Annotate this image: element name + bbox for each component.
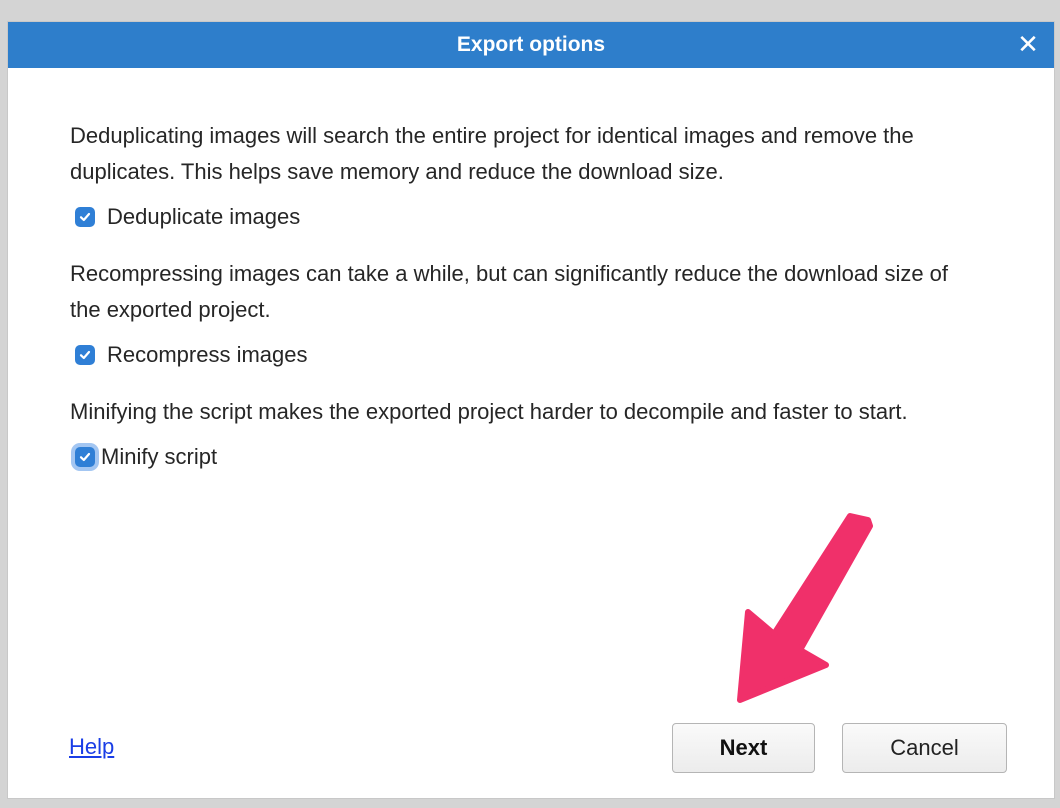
checkmark-icon	[79, 212, 91, 222]
recompress-label: Recompress images	[107, 342, 308, 367]
checkmark-icon	[79, 452, 91, 462]
recompress-option[interactable]: Recompress images	[70, 340, 1010, 370]
minify-label: Minify script	[101, 444, 218, 469]
close-icon[interactable]: ✕	[1012, 28, 1044, 60]
next-button[interactable]: Next	[672, 723, 815, 773]
dialog-content: Deduplicating images will search the ent…	[70, 118, 1010, 472]
dialog-title: Export options	[456, 33, 606, 56]
checkmark-icon	[79, 350, 91, 360]
export-options-dialog: Export options ✕ Deduplicating images wi…	[8, 22, 1054, 798]
dedup-description: Deduplicating images will search the ent…	[70, 123, 914, 184]
recompress-description: Recompressing images can take a while, b…	[70, 261, 949, 322]
minify-description: Minifying the script makes the exported …	[70, 399, 908, 424]
dedup-label: Deduplicate images	[107, 204, 301, 229]
dialog-titlebar: Export options ✕	[8, 22, 1054, 68]
dedup-checkbox[interactable]	[75, 207, 95, 227]
dedup-option[interactable]: Deduplicate images	[70, 202, 1010, 232]
cancel-button[interactable]: Cancel	[842, 723, 1007, 773]
recompress-checkbox[interactable]	[75, 345, 95, 365]
minify-option[interactable]: Minify script	[70, 442, 1010, 472]
help-link[interactable]: Help	[69, 734, 114, 760]
minify-checkbox[interactable]	[75, 447, 95, 467]
